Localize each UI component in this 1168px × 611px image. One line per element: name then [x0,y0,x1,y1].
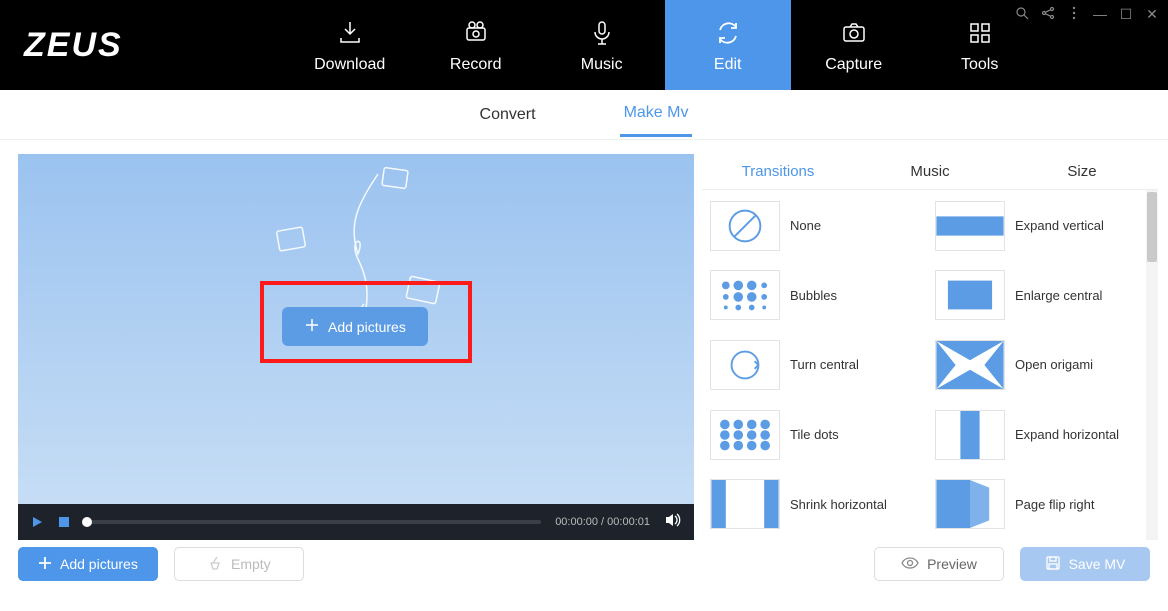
empty-label: Empty [231,556,271,572]
refresh-icon [713,16,743,50]
nav-edit-label: Edit [714,56,742,74]
transition-none-thumb [710,201,780,251]
nav-download-label: Download [314,56,385,74]
volume-icon[interactable] [664,511,682,534]
transition-shrink-horizontal-label: Shrink horizontal [790,497,887,512]
transitions-list: None Expand vertical Bubbles [702,190,1158,540]
progress-slider[interactable] [84,520,541,524]
app-logo: ZEUS [0,0,147,90]
transition-bubbles[interactable]: Bubbles [710,270,925,322]
transition-expand-vertical-thumb [935,201,1005,251]
preview-button[interactable]: Preview [874,547,1004,581]
transition-open-origami-label: Open origami [1015,357,1093,372]
add-pictures-center-label: Add pictures [328,319,406,335]
plus-icon [38,556,52,573]
microphone-icon [587,16,617,50]
grid-icon [965,16,995,50]
nav-record[interactable]: Record [413,0,539,90]
share-icon[interactable] [1040,6,1056,23]
add-pictures-button[interactable]: Add pictures [18,547,158,581]
transition-page-flip-right[interactable]: Page flip right [935,478,1150,530]
nav-tools-label: Tools [961,56,998,74]
scrollbar-thumb[interactable] [1147,192,1157,262]
broom-icon [207,555,223,574]
tab-transitions[interactable]: Transitions [702,154,854,189]
transition-shrink-horizontal[interactable]: Shrink horizontal [710,478,925,530]
download-icon [335,16,365,50]
transition-open-origami[interactable]: Open origami [935,339,1150,391]
subtab-convert[interactable]: Convert [476,94,540,136]
nav-capture-label: Capture [825,56,882,74]
preview-label: Preview [927,556,977,572]
transition-turn-central-label: Turn central [790,357,859,372]
nav-edit[interactable]: Edit [665,0,791,90]
right-panel: Transitions Music Size None Expand verti… [702,154,1158,540]
transition-turn-central[interactable]: Turn central [710,339,925,391]
transition-expand-horizontal-thumb [935,410,1005,460]
transition-turn-central-thumb [710,340,780,390]
empty-button[interactable]: Empty [174,547,304,581]
stop-button[interactable] [58,516,70,528]
minimize-icon[interactable]: — [1092,6,1108,23]
menu-icon[interactable] [1066,6,1082,23]
transition-bubbles-thumb [710,270,780,320]
preview-column: Add pictures 00:00:00 / 00:00:01 [18,154,694,540]
transition-page-flip-right-thumb [935,479,1005,529]
transitions-scrollbar[interactable] [1146,190,1158,540]
transition-none-label: None [790,218,821,233]
transition-tile-dots-label: Tile dots [790,427,839,442]
nav-record-label: Record [450,56,502,74]
maximize-icon[interactable]: ☐ [1118,6,1134,23]
transition-enlarge-central-thumb [935,270,1005,320]
transition-expand-vertical[interactable]: Expand vertical [935,200,1150,252]
edit-subtabs: Convert Make Mv [0,90,1168,140]
nav-download[interactable]: Download [287,0,413,90]
transition-tile-dots-thumb [710,410,780,460]
transition-enlarge-central[interactable]: Enlarge central [935,270,1150,322]
transition-expand-horizontal[interactable]: Expand horizontal [935,409,1150,461]
save-mv-label: Save MV [1069,556,1126,572]
time-display: 00:00:00 / 00:00:01 [555,516,650,528]
transition-page-flip-right-label: Page flip right [1015,497,1095,512]
eye-icon [901,556,919,572]
transition-shrink-horizontal-thumb [710,479,780,529]
play-button[interactable] [30,515,44,529]
record-icon [461,16,491,50]
preview-area: Add pictures [18,154,694,504]
transition-enlarge-central-label: Enlarge central [1015,288,1102,303]
transition-tile-dots[interactable]: Tile dots [710,409,925,461]
nav-capture[interactable]: Capture [791,0,917,90]
transition-expand-vertical-label: Expand vertical [1015,218,1104,233]
save-icon [1045,555,1061,574]
save-mv-button[interactable]: Save MV [1020,547,1150,581]
tab-music[interactable]: Music [854,154,1006,189]
transition-expand-horizontal-label: Expand horizontal [1015,427,1119,442]
progress-thumb[interactable] [82,517,92,527]
nav-music[interactable]: Music [539,0,665,90]
bottom-bar: Add pictures Empty Preview Save MV [0,540,1168,588]
subtab-makemv[interactable]: Make Mv [620,92,693,137]
plus-icon [304,317,320,336]
tab-size[interactable]: Size [1006,154,1158,189]
main-row: Add pictures 00:00:00 / 00:00:01 Transit… [0,140,1168,540]
player-bar: 00:00:00 / 00:00:01 [18,504,694,540]
close-icon[interactable]: ✕ [1144,6,1160,23]
app-header: ZEUS Download Record Music Edit [0,0,1168,90]
transition-none[interactable]: None [710,200,925,252]
camera-icon [839,16,869,50]
search-icon[interactable] [1014,6,1030,23]
main-nav: Download Record Music Edit Capture [287,0,1043,90]
add-pictures-center-button[interactable]: Add pictures [282,307,428,346]
add-pictures-label: Add pictures [60,556,138,572]
transition-bubbles-label: Bubbles [790,288,837,303]
transition-open-origami-thumb [935,340,1005,390]
window-controls: — ☐ ✕ [1014,6,1160,23]
nav-music-label: Music [581,56,623,74]
right-panel-tabs: Transitions Music Size [702,154,1158,190]
